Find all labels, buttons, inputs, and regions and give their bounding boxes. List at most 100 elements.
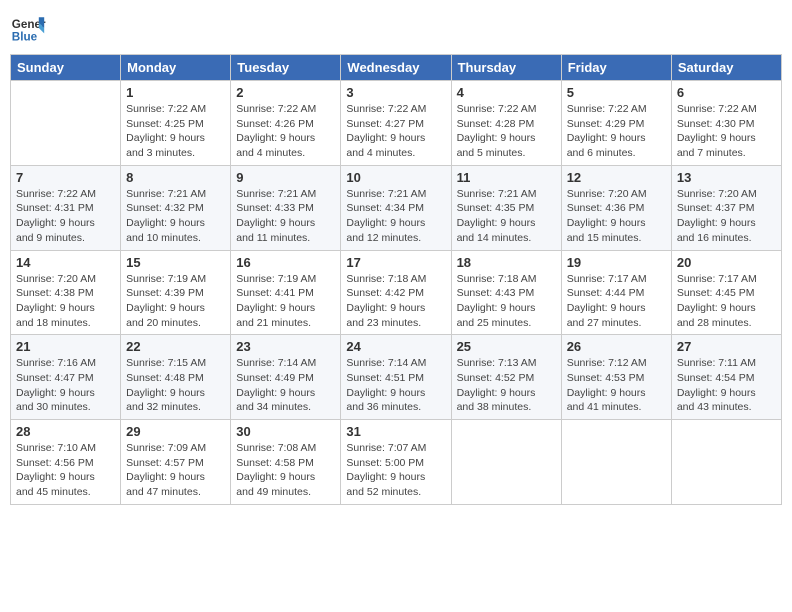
calendar-cell: 2Sunrise: 7:22 AM Sunset: 4:26 PM Daylig… (231, 81, 341, 166)
day-info: Sunrise: 7:19 AM Sunset: 4:41 PM Dayligh… (236, 272, 335, 331)
calendar-cell: 1 Sunrise: 7:22 AM Sunset: 4:25 PM Daylig… (121, 81, 231, 166)
day-number: 27 (677, 339, 776, 354)
calendar-cell (671, 420, 781, 505)
calendar-table: SundayMondayTuesdayWednesdayThursdayFrid… (10, 54, 782, 505)
day-number: 5 (567, 85, 666, 100)
calendar-cell: 15 Sunrise: 7:19 AM Sunset: 4:39 PM Dayli… (121, 250, 231, 335)
calendar-cell: 29 Sunrise: 7:09 AM Sunset: 4:57 PM Dayli… (121, 420, 231, 505)
day-number: 8 (126, 170, 225, 185)
day-info: Sunrise: 7:21 AM Sunset: 4:35 PM Dayligh… (457, 187, 556, 246)
day-number: 13 (677, 170, 776, 185)
calendar-cell: 9 Sunrise: 7:21 AM Sunset: 4:33 PM Daylig… (231, 165, 341, 250)
day-info: Sunrise: 7:10 AM Sunset: 4:56 PM Dayligh… (16, 441, 115, 500)
day-number: 14 (16, 255, 115, 270)
day-info: Sunrise: 7:22 AM Sunset: 4:25 PM Dayligh… (126, 102, 225, 161)
col-header-tuesday: Tuesday (231, 55, 341, 81)
day-number: 28 (16, 424, 115, 439)
calendar-cell: 6Sunrise: 7:22 AM Sunset: 4:30 PM Daylig… (671, 81, 781, 166)
day-info: Sunrise: 7:21 AM Sunset: 4:33 PM Dayligh… (236, 187, 335, 246)
day-number: 30 (236, 424, 335, 439)
col-header-friday: Friday (561, 55, 671, 81)
day-info: Sunrise: 7:20 AM Sunset: 4:38 PM Dayligh… (16, 272, 115, 331)
day-info: Sunrise: 7:22 AM Sunset: 4:29 PM Dayligh… (567, 102, 666, 161)
day-info: Sunrise: 7:17 AM Sunset: 4:44 PM Dayligh… (567, 272, 666, 331)
calendar-cell: 14 Sunrise: 7:20 AM Sunset: 4:38 PM Dayli… (11, 250, 121, 335)
calendar-cell: 28 Sunrise: 7:10 AM Sunset: 4:56 PM Dayli… (11, 420, 121, 505)
calendar-cell: 30 Sunrise: 7:08 AM Sunset: 4:58 PM Dayli… (231, 420, 341, 505)
day-number: 9 (236, 170, 335, 185)
day-info: Sunrise: 7:11 AM Sunset: 4:54 PM Dayligh… (677, 356, 776, 415)
day-info: Sunrise: 7:22 AM Sunset: 4:28 PM Dayligh… (457, 102, 556, 161)
day-number: 1 (126, 85, 225, 100)
calendar-cell: 18 Sunrise: 7:18 AM Sunset: 4:43 PM Dayli… (451, 250, 561, 335)
col-header-sunday: Sunday (11, 55, 121, 81)
day-info: Sunrise: 7:22 AM Sunset: 4:27 PM Dayligh… (346, 102, 445, 161)
calendar-cell: 12Sunrise: 7:20 AM Sunset: 4:36 PM Dayli… (561, 165, 671, 250)
day-number: 31 (346, 424, 445, 439)
day-number: 25 (457, 339, 556, 354)
calendar-cell: 21 Sunrise: 7:16 AM Sunset: 4:47 PM Dayli… (11, 335, 121, 420)
day-info: Sunrise: 7:18 AM Sunset: 4:43 PM Dayligh… (457, 272, 556, 331)
day-number: 10 (346, 170, 445, 185)
col-header-saturday: Saturday (671, 55, 781, 81)
calendar-cell: 23 Sunrise: 7:14 AM Sunset: 4:49 PM Dayli… (231, 335, 341, 420)
col-header-thursday: Thursday (451, 55, 561, 81)
calendar-week-row: 14 Sunrise: 7:20 AM Sunset: 4:38 PM Dayli… (11, 250, 782, 335)
day-number: 20 (677, 255, 776, 270)
calendar-cell: 24 Sunrise: 7:14 AM Sunset: 4:51 PM Dayli… (341, 335, 451, 420)
day-info: Sunrise: 7:22 AM Sunset: 4:30 PM Dayligh… (677, 102, 776, 161)
calendar-cell: 31Sunrise: 7:07 AM Sunset: 5:00 PM Dayli… (341, 420, 451, 505)
day-number: 17 (346, 255, 445, 270)
calendar-cell: 8 Sunrise: 7:21 AM Sunset: 4:32 PM Daylig… (121, 165, 231, 250)
day-info: Sunrise: 7:18 AM Sunset: 4:42 PM Dayligh… (346, 272, 445, 331)
calendar-cell: 26Sunrise: 7:12 AM Sunset: 4:53 PM Dayli… (561, 335, 671, 420)
day-info: Sunrise: 7:21 AM Sunset: 4:34 PM Dayligh… (346, 187, 445, 246)
page-header: General Blue (10, 10, 782, 46)
day-number: 7 (16, 170, 115, 185)
day-info: Sunrise: 7:21 AM Sunset: 4:32 PM Dayligh… (126, 187, 225, 246)
calendar-cell: 25 Sunrise: 7:13 AM Sunset: 4:52 PM Dayli… (451, 335, 561, 420)
day-number: 29 (126, 424, 225, 439)
day-number: 4 (457, 85, 556, 100)
svg-text:Blue: Blue (12, 31, 38, 44)
day-number: 21 (16, 339, 115, 354)
day-info: Sunrise: 7:13 AM Sunset: 4:52 PM Dayligh… (457, 356, 556, 415)
day-info: Sunrise: 7:12 AM Sunset: 4:53 PM Dayligh… (567, 356, 666, 415)
calendar-cell: 16 Sunrise: 7:19 AM Sunset: 4:41 PM Dayli… (231, 250, 341, 335)
logo-icon: General Blue (10, 10, 46, 46)
day-number: 2 (236, 85, 335, 100)
calendar-cell: 7 Sunrise: 7:22 AM Sunset: 4:31 PM Daylig… (11, 165, 121, 250)
day-number: 24 (346, 339, 445, 354)
calendar-cell (11, 81, 121, 166)
calendar-cell: 13Sunrise: 7:20 AM Sunset: 4:37 PM Dayli… (671, 165, 781, 250)
day-info: Sunrise: 7:09 AM Sunset: 4:57 PM Dayligh… (126, 441, 225, 500)
calendar-cell: 10 Sunrise: 7:21 AM Sunset: 4:34 PM Dayli… (341, 165, 451, 250)
calendar-week-row: 1 Sunrise: 7:22 AM Sunset: 4:25 PM Daylig… (11, 81, 782, 166)
day-info: Sunrise: 7:19 AM Sunset: 4:39 PM Dayligh… (126, 272, 225, 331)
day-number: 15 (126, 255, 225, 270)
calendar-cell: 19 Sunrise: 7:17 AM Sunset: 4:44 PM Dayli… (561, 250, 671, 335)
calendar-cell (451, 420, 561, 505)
day-info: Sunrise: 7:14 AM Sunset: 4:51 PM Dayligh… (346, 356, 445, 415)
calendar-cell: 22Sunrise: 7:15 AM Sunset: 4:48 PM Dayli… (121, 335, 231, 420)
calendar-cell: 17 Sunrise: 7:18 AM Sunset: 4:42 PM Dayli… (341, 250, 451, 335)
day-info: Sunrise: 7:22 AM Sunset: 4:31 PM Dayligh… (16, 187, 115, 246)
day-info: Sunrise: 7:17 AM Sunset: 4:45 PM Dayligh… (677, 272, 776, 331)
day-number: 23 (236, 339, 335, 354)
calendar-cell (561, 420, 671, 505)
calendar-cell: 20 Sunrise: 7:17 AM Sunset: 4:45 PM Dayli… (671, 250, 781, 335)
calendar-header-row: SundayMondayTuesdayWednesdayThursdayFrid… (11, 55, 782, 81)
calendar-cell: 27 Sunrise: 7:11 AM Sunset: 4:54 PM Dayli… (671, 335, 781, 420)
day-number: 19 (567, 255, 666, 270)
calendar-cell: 3 Sunrise: 7:22 AM Sunset: 4:27 PM Daylig… (341, 81, 451, 166)
calendar-week-row: 7 Sunrise: 7:22 AM Sunset: 4:31 PM Daylig… (11, 165, 782, 250)
day-number: 11 (457, 170, 556, 185)
day-number: 18 (457, 255, 556, 270)
day-number: 16 (236, 255, 335, 270)
day-info: Sunrise: 7:14 AM Sunset: 4:49 PM Dayligh… (236, 356, 335, 415)
day-number: 3 (346, 85, 445, 100)
day-info: Sunrise: 7:08 AM Sunset: 4:58 PM Dayligh… (236, 441, 335, 500)
day-info: Sunrise: 7:16 AM Sunset: 4:47 PM Dayligh… (16, 356, 115, 415)
calendar-week-row: 21 Sunrise: 7:16 AM Sunset: 4:47 PM Dayli… (11, 335, 782, 420)
day-number: 12 (567, 170, 666, 185)
